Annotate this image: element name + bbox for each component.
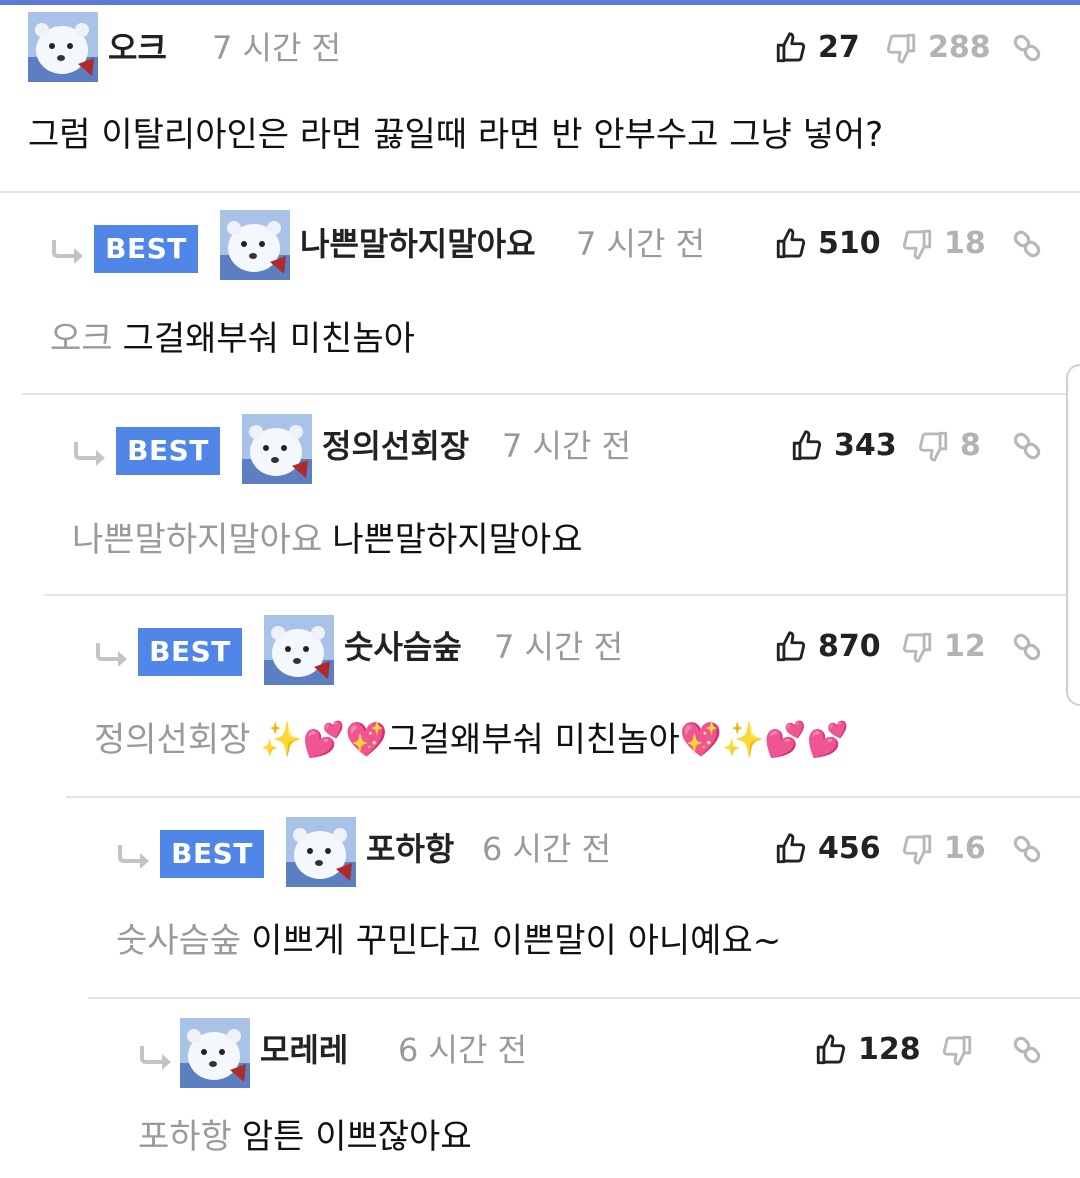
comment-text: 오크 그걸왜부숴 미친놈아 xyxy=(50,314,415,364)
best-badge: BEST xyxy=(116,427,220,475)
comment-header: BEST 숫사슴숲 7 시간 전 870 12 xyxy=(0,611,1080,685)
divider xyxy=(22,393,1080,395)
comment-body: 이쁘게 꾸민다고 이쁜말이 아니예요~ xyxy=(251,921,782,961)
thumbs-down-icon[interactable] xyxy=(900,832,934,866)
like-count: 456 xyxy=(818,831,881,866)
reply-arrow-icon xyxy=(94,641,130,669)
comment-nickname[interactable]: 정의선회장 xyxy=(322,410,469,482)
best-badge: BEST xyxy=(138,628,242,676)
comment-time: 7 시간 전 xyxy=(212,29,342,67)
thumbs-up-icon[interactable] xyxy=(814,1033,848,1067)
polar-bear-avatar[interactable] xyxy=(242,414,312,484)
comment-body: 나쁜말하지말아요 xyxy=(332,520,583,560)
polar-bear-avatar[interactable] xyxy=(264,615,334,685)
mention-tag[interactable]: 숫사슴숲 xyxy=(116,921,241,961)
link-icon[interactable] xyxy=(1010,630,1044,664)
thumbs-up-icon[interactable] xyxy=(774,832,808,866)
link-icon[interactable] xyxy=(1010,429,1044,463)
comment-nickname[interactable]: 숫사슴숲 xyxy=(344,611,462,683)
polar-bear-avatar[interactable] xyxy=(28,12,98,82)
thumbs-up-icon[interactable] xyxy=(774,630,808,664)
mention-tag[interactable]: 포하항 xyxy=(138,1117,232,1157)
comment-header: 오크 7 시간 전 27 288 xyxy=(0,12,1080,84)
dislike-count: 8 xyxy=(960,428,981,463)
comment-nickname[interactable]: 나쁜말하지말아요 xyxy=(300,208,536,280)
comment-text: 그럼 이탈리아인은 라면 끓일때 라면 반 안부수고 그냥 넣어? xyxy=(28,110,883,160)
thumbs-up-icon[interactable] xyxy=(774,227,808,261)
comment-nickname[interactable]: 포하항 xyxy=(366,813,454,885)
comment-text: 정의선회장 ✨💕💖그걸왜부숴 미친놈아💖✨💕💕 xyxy=(94,715,849,765)
link-icon[interactable] xyxy=(1010,1033,1044,1067)
comment-time: 6 시간 전 xyxy=(398,1031,528,1069)
mention-tag[interactable]: 오크 xyxy=(50,319,113,359)
comment-header: BEST 포하항 6 시간 전 456 16 xyxy=(0,813,1080,887)
comment-header: BEST 나쁜말하지말아요 7 시간 전 510 18 xyxy=(0,208,1080,280)
reply-arrow-icon xyxy=(72,440,108,468)
dislike-count: 12 xyxy=(944,629,986,664)
sparkle-heart-emojis: 💖✨💕💕 xyxy=(679,720,850,760)
comment-time: 6 시간 전 xyxy=(482,830,612,868)
dislike-count: 288 xyxy=(928,30,991,65)
link-icon[interactable] xyxy=(1010,31,1044,65)
comment-time: 7 시간 전 xyxy=(502,427,632,465)
divider xyxy=(88,997,1080,999)
thumbs-up-icon[interactable] xyxy=(774,31,808,65)
reply-arrow-icon xyxy=(116,843,152,871)
reply-arrow-icon xyxy=(50,238,86,266)
thumbs-down-icon[interactable] xyxy=(900,630,934,664)
comment-time: 7 시간 전 xyxy=(494,628,624,666)
thumbs-down-icon[interactable] xyxy=(884,31,918,65)
divider xyxy=(44,594,1080,596)
comment-nickname[interactable]: 오크 xyxy=(108,12,167,84)
comment-body: 그럼 이탈리아인은 라면 끓일때 라면 반 안부수고 그냥 넣어? xyxy=(28,115,884,155)
comment-header: BEST 정의선회장 7 시간 전 343 8 xyxy=(0,410,1080,484)
comment-header: 모레레 6 시간 전 128 xyxy=(0,1014,1080,1088)
comment-text: 포하항 암튼 이쁘잖아요 xyxy=(138,1112,472,1162)
like-count: 510 xyxy=(818,226,881,261)
divider xyxy=(66,796,1080,798)
scrollbar-thumb[interactable] xyxy=(1066,364,1080,706)
like-count: 128 xyxy=(858,1032,921,1067)
link-icon[interactable] xyxy=(1010,227,1044,261)
divider xyxy=(0,191,1080,193)
comment-text: 나쁜말하지말아요 나쁜말하지말아요 xyxy=(72,515,583,565)
polar-bear-avatar[interactable] xyxy=(180,1018,250,1088)
like-count: 870 xyxy=(818,629,881,664)
link-icon[interactable] xyxy=(1010,832,1044,866)
polar-bear-avatar[interactable] xyxy=(220,210,290,280)
comment-body: 그걸왜부숴 미친놈아 xyxy=(122,319,415,359)
polar-bear-avatar[interactable] xyxy=(286,817,356,887)
comment-body: 그걸왜부숴 미친놈아 xyxy=(387,720,680,760)
reply-arrow-icon xyxy=(138,1044,174,1072)
like-count: 27 xyxy=(818,30,860,65)
dislike-count: 16 xyxy=(944,831,986,866)
like-count: 343 xyxy=(834,428,897,463)
mention-tag[interactable]: 정의선회장 xyxy=(94,720,250,760)
dislike-count: 18 xyxy=(944,226,986,261)
best-badge: BEST xyxy=(94,225,198,273)
mention-tag[interactable]: 나쁜말하지말아요 xyxy=(72,520,322,560)
top-accent-bar xyxy=(0,0,1080,5)
best-badge: BEST xyxy=(160,830,264,878)
comment-time: 7 시간 전 xyxy=(576,225,706,263)
comment-text: 숫사슴숲 이쁘게 꾸민다고 이쁜말이 아니예요~ xyxy=(116,916,781,966)
thumbs-down-icon[interactable] xyxy=(940,1033,974,1067)
sparkle-heart-emojis: ✨💕💖 xyxy=(260,720,388,760)
thumbs-up-icon[interactable] xyxy=(790,429,824,463)
comment-body: 암튼 이쁘잖아요 xyxy=(241,1117,472,1157)
comment-nickname[interactable]: 모레레 xyxy=(260,1014,348,1086)
thumbs-down-icon[interactable] xyxy=(916,429,950,463)
thumbs-down-icon[interactable] xyxy=(900,227,934,261)
